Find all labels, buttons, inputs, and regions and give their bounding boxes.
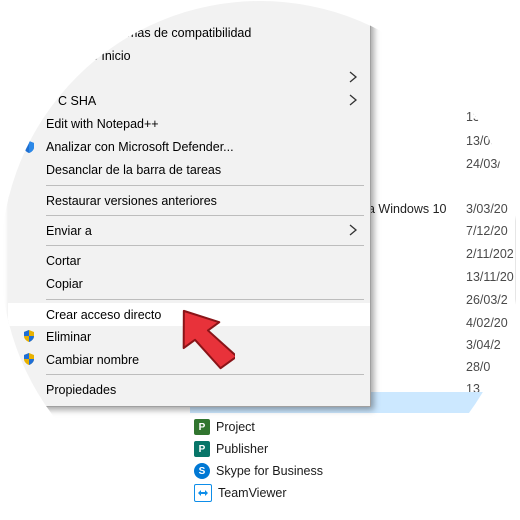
menu-item-label: emas de compatibilidad — [120, 25, 252, 40]
project-icon: P — [194, 419, 210, 435]
menu-item-restore-versions[interactable]: Restaurar versiones anteriores — [8, 189, 370, 212]
list-item-label: Project — [216, 420, 255, 434]
menu-item-label: Restaurar versiones anteriores — [46, 193, 217, 208]
menu-item-properties[interactable]: Propiedades — [8, 378, 370, 401]
date-cell: 7/12/20 — [466, 224, 508, 238]
menu-item-label: Eliminar — [46, 329, 92, 344]
menu-item-label: Copiar — [46, 276, 83, 291]
date-cell: 26/03/2 — [466, 293, 508, 307]
menu-separator — [46, 185, 364, 186]
uac-shield-icon — [24, 353, 34, 365]
menu-separator — [46, 245, 364, 246]
menu-item-crc-sha[interactable]: C SHA — [8, 89, 370, 112]
chevron-right-icon — [349, 224, 358, 236]
menu-item-label: Crear acceso directo — [46, 307, 162, 322]
menu-item-label: Enviar a — [46, 223, 92, 238]
date-cell: 3/04/2 — [466, 338, 501, 352]
list-item-teamviewer[interactable]: TeamViewer — [194, 482, 287, 504]
menu-item-label: Propiedades — [46, 382, 117, 397]
menu-item-label: Cortar — [46, 253, 81, 268]
menu-item-label: Analizar con Microsoft Defender... — [46, 139, 234, 154]
zoomed-screenshot: 13/ 13/03 24/03/ 3/03/20 7/12/20 2/11/20… — [1, 1, 519, 519]
list-item-publisher[interactable]: P Publisher — [194, 438, 268, 460]
menu-item-send-to[interactable]: Enviar a — [8, 219, 370, 242]
menu-item-cut[interactable]: Cortar — [8, 249, 370, 272]
list-item-skype[interactable]: S Skype for Business — [194, 460, 323, 482]
teamviewer-icon — [194, 484, 212, 502]
list-item-label: Skype for Business — [216, 464, 323, 478]
menu-item-label: de Inicio — [84, 48, 131, 63]
date-cell: 13/ — [466, 110, 484, 124]
list-item-label: TeamViewer — [218, 486, 287, 500]
list-item-label: Publisher — [216, 442, 269, 456]
menu-separator — [46, 215, 364, 216]
menu-item-label: Edit with Notepad++ — [46, 116, 159, 131]
date-cell: 13/03 — [466, 134, 498, 148]
menu-item-label: Desanclar de la barra de tareas — [46, 162, 222, 177]
menu-item-label: Cambiar nombre — [46, 352, 140, 367]
menu-item-compatibility[interactable]: emas de compatibilidad — [8, 21, 370, 44]
shield-icon — [24, 141, 34, 153]
list-item-project[interactable]: P Project — [194, 416, 255, 438]
menu-item-pin-start[interactable]: de Inicio — [8, 44, 370, 67]
red-arrow-pointer-icon — [182, 309, 235, 370]
menu-item-unpin-taskbar[interactable]: Desanclar de la barra de tareas — [8, 158, 370, 181]
menu-item-edit-notepad[interactable]: Edit with Notepad++ — [8, 112, 370, 135]
date-cell: 28/0 — [466, 360, 491, 374]
chevron-right-icon — [349, 71, 358, 83]
skype-icon: S — [194, 463, 210, 479]
date-cell: 3/03/20 — [466, 202, 508, 216]
menu-item-copy[interactable]: Copiar — [8, 272, 370, 295]
date-cell: 2/11/202 — [466, 247, 514, 261]
chevron-right-icon — [349, 94, 358, 106]
date-cell: 4/02/20 — [466, 316, 508, 330]
file-name-partial: a Windows 10 — [368, 202, 447, 216]
menu-item-label: C SHA — [58, 93, 97, 108]
menu-item-defender-scan[interactable]: Analizar con Microsoft Defender... — [8, 135, 370, 158]
menu-item-submenu[interactable] — [8, 66, 370, 89]
publisher-icon: P — [194, 441, 210, 457]
column-divider — [515, 190, 516, 390]
date-cell: 24/03/ — [466, 157, 501, 171]
uac-shield-icon — [24, 330, 34, 342]
date-cell: 13/11/20 — [466, 270, 514, 284]
